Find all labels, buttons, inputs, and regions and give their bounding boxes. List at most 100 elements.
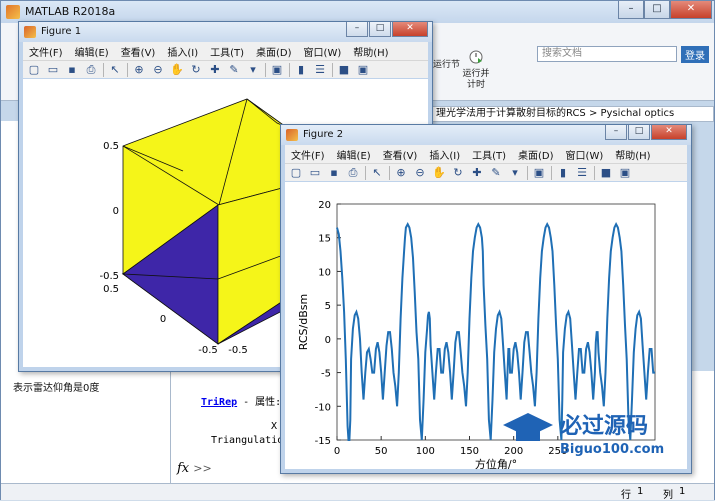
pan-hand-icon[interactable]: ✋ [432, 166, 446, 180]
new-file-icon[interactable]: ▢ [289, 166, 303, 180]
figure-1-title: Figure 1 [41, 26, 82, 37]
data-cursor-icon[interactable]: ✚ [470, 166, 484, 180]
toolbar-separator [594, 165, 595, 180]
minimize-button[interactable]: – [618, 1, 644, 19]
close-button[interactable]: ✕ [670, 1, 712, 19]
row-value: 1 [637, 486, 644, 497]
menu-view[interactable]: 查看(V) [115, 44, 162, 59]
menu-help[interactable]: 帮助(H) [347, 44, 394, 59]
current-folder-path[interactable]: 理光学法用于计算散射目标的RCS > Pysichal optics [431, 106, 714, 122]
x-tick-label: 100 [416, 446, 435, 457]
menu-edit[interactable]: 编辑(E) [69, 44, 115, 59]
menu-window[interactable]: 窗口(W) [298, 44, 348, 59]
menu-window[interactable]: 窗口(W) [560, 147, 610, 162]
menu-insert[interactable]: 插入(I) [423, 147, 466, 162]
main-window-controls: – □ ✕ [618, 1, 712, 19]
prompt-arrows: >> [193, 462, 212, 475]
link-plot-icon[interactable]: ▣ [270, 63, 284, 77]
pan-hand-icon[interactable]: ✋ [170, 63, 184, 77]
trirep-link[interactable]: TriRep [201, 397, 237, 408]
maximize-button[interactable]: □ [644, 1, 670, 19]
menu-tools[interactable]: 工具(T) [204, 44, 250, 59]
zoom-out-icon[interactable]: ⊖ [413, 166, 427, 180]
print-icon[interactable]: ⎙ [346, 166, 360, 180]
zoom-in-icon[interactable]: ⊕ [132, 63, 146, 77]
figure-1-window-controls: – □ ✕ [345, 22, 428, 37]
watermark-title: 必过源码 [560, 413, 648, 439]
close-button[interactable]: ✕ [392, 22, 428, 37]
hide-tools-icon[interactable]: ■ [599, 166, 613, 180]
matlab-logo-icon [6, 5, 20, 19]
y-tick-label: 0 [325, 335, 331, 346]
brush-icon[interactable]: ✎ [227, 63, 241, 77]
pointer-icon[interactable]: ↖ [370, 166, 384, 180]
rotate-3d-icon[interactable]: ↻ [451, 166, 465, 180]
run-and-time-button[interactable]: 运行并计时 [461, 69, 491, 91]
figure-1-titlebar: Figure 1 – □ ✕ [19, 22, 432, 42]
menu-desktop[interactable]: 桌面(D) [250, 44, 298, 59]
menu-desktop[interactable]: 桌面(D) [512, 147, 560, 162]
save-icon[interactable]: ▪ [327, 166, 341, 180]
search-docs-input[interactable]: 搜索文档 [537, 46, 677, 62]
command-output-line: Triangulation [211, 435, 290, 446]
menu-insert[interactable]: 插入(I) [161, 44, 204, 59]
link-plot-icon[interactable]: ▣ [532, 166, 546, 180]
command-output-line: TriRep - 属性: [201, 393, 281, 408]
save-icon[interactable]: ▪ [65, 63, 79, 77]
function-icon: fx [177, 461, 190, 476]
hide-tools-icon[interactable]: ■ [337, 63, 351, 77]
z-tick-label: -0.5 [99, 271, 119, 282]
watermark-logo: 必过源码 Biguo100.com [498, 405, 703, 465]
legend-icon[interactable]: ☰ [575, 166, 589, 180]
toolbar-separator [551, 165, 552, 180]
z-tick-label: 0 [113, 206, 119, 217]
menu-file[interactable]: 文件(F) [23, 44, 69, 59]
open-folder-icon[interactable]: ▭ [308, 166, 322, 180]
minimize-button[interactable]: – [605, 125, 627, 140]
x-tick-label: -0.5 [228, 345, 248, 356]
y-tick-label: -5 [321, 369, 331, 380]
x-tick-label: 0 [334, 446, 340, 457]
brush-icon[interactable]: ✎ [489, 166, 503, 180]
figure-2-titlebar: Figure 2 – □ ✕ [281, 125, 691, 145]
y-tick-label: 0.5 [103, 284, 119, 295]
show-tools-icon[interactable]: ▣ [356, 63, 370, 77]
dropdown-arrow-icon[interactable]: ▾ [246, 63, 260, 77]
dropdown-arrow-icon[interactable]: ▾ [508, 166, 522, 180]
rotate-3d-icon[interactable]: ↻ [189, 63, 203, 77]
show-tools-icon[interactable]: ▣ [618, 166, 632, 180]
y-tick-label: 5 [325, 301, 331, 312]
toolbar-separator [103, 62, 104, 77]
colorbar-icon[interactable]: ▮ [294, 63, 308, 77]
data-cursor-icon[interactable]: ✚ [208, 63, 222, 77]
main-titlebar: MATLAB R2018a – □ ✕ [1, 1, 714, 23]
command-output-line: X [271, 421, 278, 432]
close-button[interactable]: ✕ [651, 125, 687, 140]
menu-tools[interactable]: 工具(T) [466, 147, 512, 162]
maximize-button[interactable]: □ [628, 125, 650, 140]
print-icon[interactable]: ⎙ [84, 63, 98, 77]
menu-help[interactable]: 帮助(H) [609, 147, 656, 162]
y-tick-label: -10 [315, 402, 331, 413]
col-label: 列 [663, 490, 673, 501]
menu-edit[interactable]: 编辑(E) [331, 147, 377, 162]
toolbar-separator [365, 165, 366, 180]
command-prompt[interactable]: fx >> [177, 461, 212, 476]
open-folder-icon[interactable]: ▭ [46, 63, 60, 77]
minimize-button[interactable]: – [346, 22, 368, 37]
run-section-button[interactable]: 运行节 [433, 57, 460, 70]
menu-view[interactable]: 查看(V) [377, 147, 424, 162]
menu-file[interactable]: 文件(F) [285, 147, 331, 162]
pointer-icon[interactable]: ↖ [108, 63, 122, 77]
figure-1-toolbar: ▢ ▭ ▪ ⎙ ↖ ⊕ ⊖ ✋ ↻ ✚ ✎ ▾ ▣ ▮ ☰ ■ ▣ [23, 60, 428, 78]
col-value: 1 [679, 486, 686, 497]
legend-icon[interactable]: ☰ [313, 63, 327, 77]
new-file-icon[interactable]: ▢ [27, 63, 41, 77]
zoom-out-icon[interactable]: ⊖ [151, 63, 165, 77]
colorbar-icon[interactable]: ▮ [556, 166, 570, 180]
toolbar-separator [389, 165, 390, 180]
signin-button[interactable]: 登录 [681, 46, 709, 63]
zoom-in-icon[interactable]: ⊕ [394, 166, 408, 180]
maximize-button[interactable]: □ [369, 22, 391, 37]
toolbar-separator [127, 62, 128, 77]
